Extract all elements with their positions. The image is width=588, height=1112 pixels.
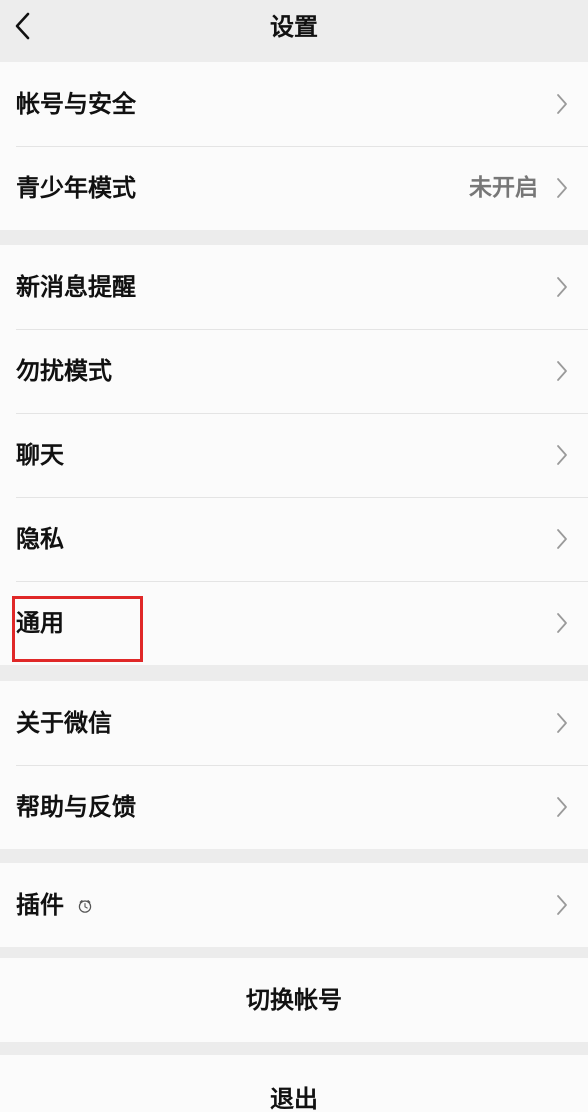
logout-label: 退出 xyxy=(270,1085,318,1112)
settings-group-general: 新消息提醒 勿扰模式 聊天 隐私 通用 xyxy=(0,245,588,665)
row-help-feedback[interactable]: 帮助与反馈 xyxy=(0,765,588,849)
row-label: 青少年模式 xyxy=(16,174,136,202)
navigation-bar: 设置 xyxy=(0,0,588,62)
row-chat[interactable]: 聊天 xyxy=(0,413,588,497)
settings-page: 设置 帐号与安全 青少年模式 未开启 新消息提醒 勿扰模式 聊天 隐私 通用 关… xyxy=(0,0,588,1112)
chevron-right-icon xyxy=(557,178,567,198)
chevron-right-icon xyxy=(557,895,567,915)
chevron-right-icon xyxy=(557,94,567,114)
chevron-right-icon xyxy=(557,529,567,549)
page-title: 设置 xyxy=(270,13,318,41)
row-value: 未开启 xyxy=(469,175,538,201)
row-account-security[interactable]: 帐号与安全 xyxy=(0,62,588,146)
row-new-message-notifications[interactable]: 新消息提醒 xyxy=(0,245,588,329)
row-general[interactable]: 通用 xyxy=(0,581,588,665)
row-plugins[interactable]: 插件 xyxy=(0,863,588,947)
row-do-not-disturb[interactable]: 勿扰模式 xyxy=(0,329,588,413)
row-label: 聊天 xyxy=(16,441,64,469)
row-label: 帐号与安全 xyxy=(16,90,136,118)
settings-group-about: 关于微信 帮助与反馈 xyxy=(0,681,588,849)
settings-group-account: 帐号与安全 青少年模式 未开启 xyxy=(0,62,588,230)
row-label: 关于微信 xyxy=(16,709,112,737)
row-label: 帮助与反馈 xyxy=(16,793,136,821)
row-label: 插件 xyxy=(16,891,64,919)
chevron-right-icon xyxy=(557,445,567,465)
switch-account-button[interactable]: 切换帐号 xyxy=(0,958,588,1042)
row-teen-mode[interactable]: 青少年模式 未开启 xyxy=(0,146,588,230)
settings-group-plugins: 插件 xyxy=(0,863,588,947)
row-about-wechat[interactable]: 关于微信 xyxy=(0,681,588,765)
chevron-right-icon xyxy=(557,361,567,381)
logout-button[interactable]: 退出 xyxy=(0,1055,588,1112)
row-label: 通用 xyxy=(16,609,64,637)
row-label: 隐私 xyxy=(16,525,64,553)
chevron-right-icon xyxy=(557,797,567,817)
plugin-icon xyxy=(78,900,92,913)
back-button[interactable] xyxy=(6,8,42,44)
row-label: 勿扰模式 xyxy=(16,357,112,385)
chevron-right-icon xyxy=(557,613,567,633)
row-privacy[interactable]: 隐私 xyxy=(0,497,588,581)
row-label: 新消息提醒 xyxy=(16,273,136,301)
switch-account-label: 切换帐号 xyxy=(246,986,342,1014)
chevron-left-icon xyxy=(15,12,30,40)
chevron-right-icon xyxy=(557,713,567,733)
chevron-right-icon xyxy=(557,277,567,297)
